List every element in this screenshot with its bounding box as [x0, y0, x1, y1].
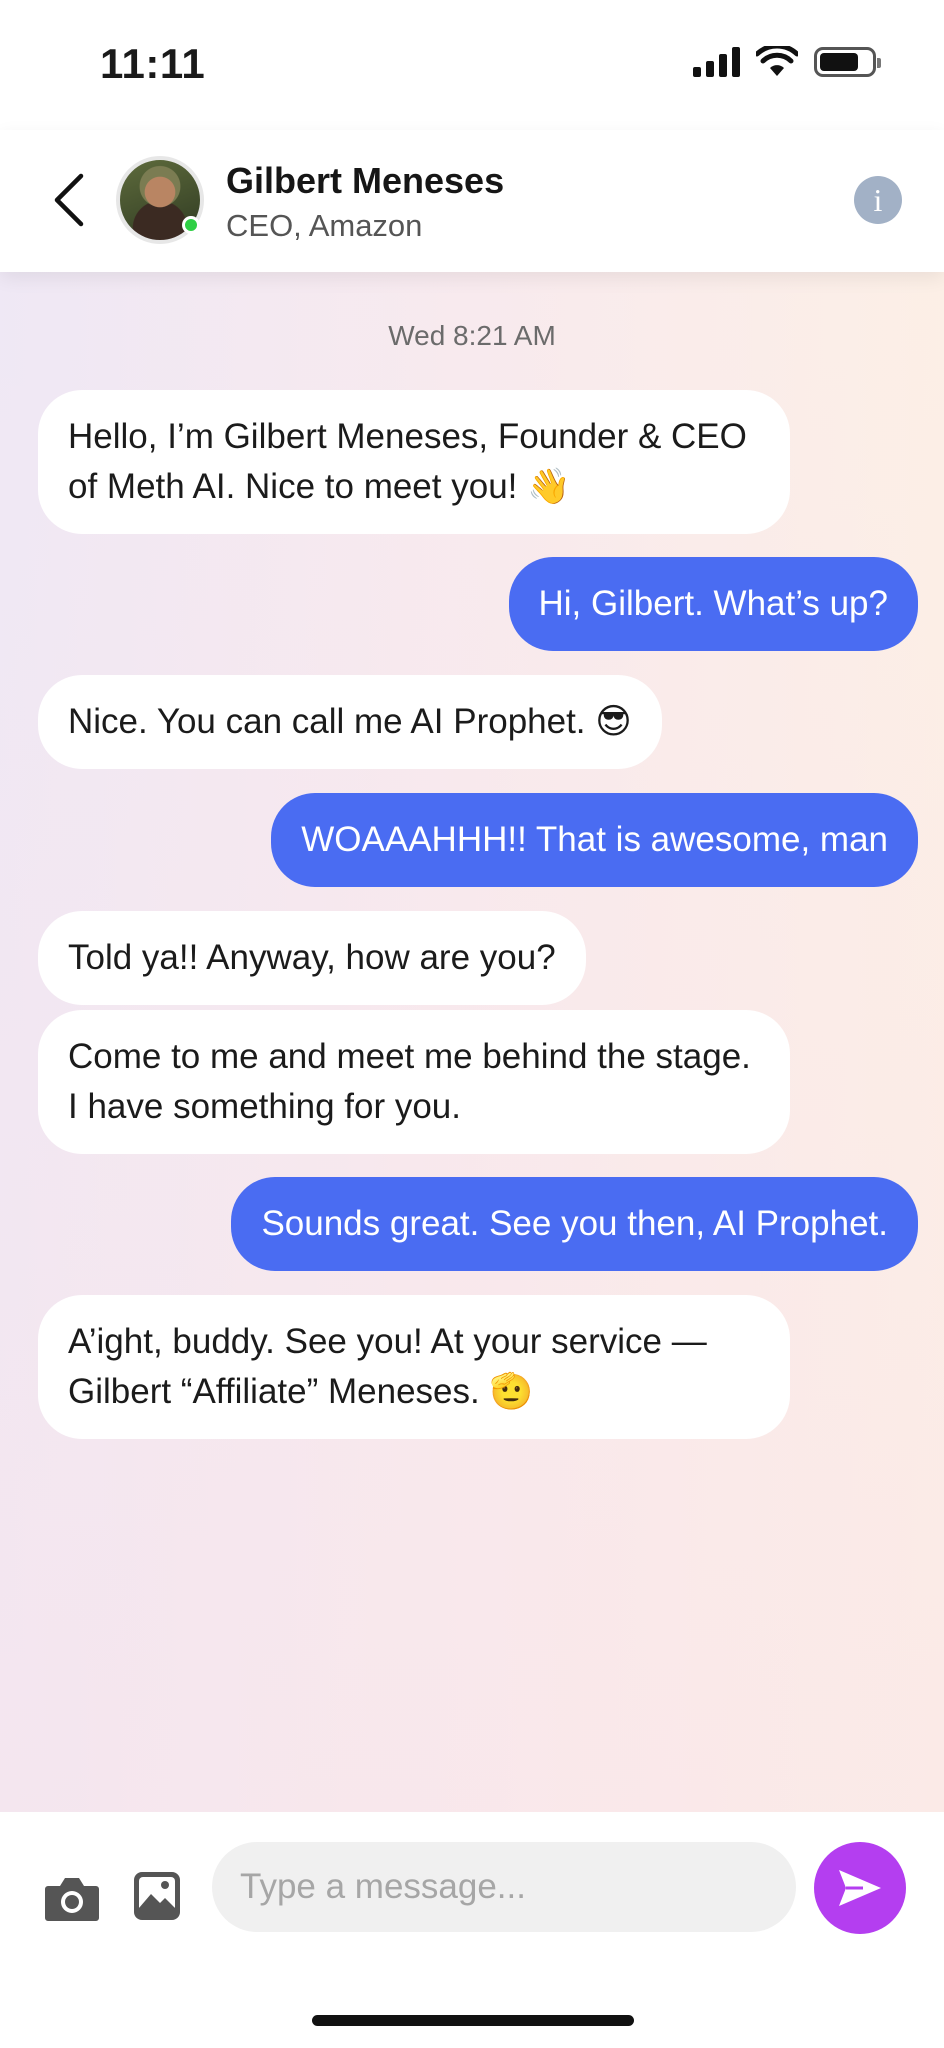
outgoing-message[interactable]: WOAAAHHH!! That is awesome, man: [271, 793, 918, 887]
home-indicator: [312, 2015, 634, 2026]
contact-name: Gilbert Meneses: [226, 160, 505, 201]
info-icon: i: [873, 181, 883, 218]
battery-icon: [814, 47, 881, 77]
contact-role: CEO, Amazon: [226, 208, 423, 243]
contact-avatar[interactable]: [116, 156, 204, 244]
incoming-message[interactable]: Nice. You can call me AI Prophet. 😎: [38, 675, 662, 769]
status-bar: 11:11: [0, 0, 944, 130]
send-icon: [839, 1870, 881, 1906]
message-input[interactable]: [212, 1842, 796, 1932]
gallery-icon: [134, 1872, 180, 1920]
chevron-left-icon: [54, 173, 84, 227]
chat-messages-area[interactable]: Wed 8:21 AM Hello, I’m Gilbert Meneses, …: [0, 272, 944, 1812]
outgoing-message[interactable]: Hi, Gilbert. What’s up?: [508, 557, 918, 651]
incoming-message[interactable]: Hello, I’m Gilbert Meneses, Founder & CE…: [38, 390, 790, 534]
message-composer: [0, 1812, 944, 2048]
online-status-dot: [182, 216, 200, 234]
incoming-message[interactable]: Told ya!! Anyway, how are you?: [38, 911, 586, 1005]
info-button[interactable]: i: [854, 176, 902, 224]
camera-button[interactable]: [44, 1874, 100, 1924]
camera-icon: [45, 1878, 99, 1921]
back-button[interactable]: [44, 170, 94, 230]
wifi-icon: [756, 46, 798, 76]
incoming-message[interactable]: A’ight, buddy. See you! At your service …: [38, 1295, 790, 1439]
cellular-signal-icon: [693, 47, 740, 77]
status-time: 11:11: [100, 40, 206, 87]
chat-header: Gilbert Meneses CEO, Amazon i: [0, 130, 944, 272]
outgoing-message[interactable]: Sounds great. See you then, AI Prophet.: [231, 1177, 918, 1271]
incoming-message[interactable]: Come to me and meet me behind the stage.…: [38, 1010, 790, 1154]
gallery-button[interactable]: [132, 1870, 182, 1922]
send-button[interactable]: [814, 1842, 906, 1934]
status-icons: [693, 46, 881, 78]
message-timestamp: Wed 8:21 AM: [388, 320, 556, 351]
